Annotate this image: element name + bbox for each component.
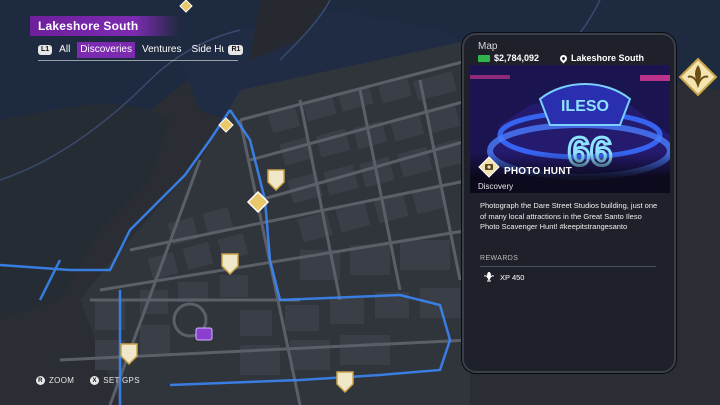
set-gps-label: SET GPS <box>103 376 140 385</box>
r1-button-icon[interactable]: R1 <box>228 45 244 55</box>
controller-hints: R ZOOM X SET GPS <box>36 376 140 385</box>
player-property-marker[interactable] <box>195 327 213 341</box>
xp-fleur-icon <box>484 272 494 282</box>
tab-side-hustles[interactable]: Side Hu <box>188 42 224 58</box>
r-stick-icon: R <box>36 376 45 385</box>
reward-item: XP 450 <box>484 272 524 282</box>
activity-type: Discovery <box>478 182 514 191</box>
filter-tabs: L1 All Discoveries Ventures Side Hu R1 <box>38 42 244 58</box>
location-pin-icon <box>558 53 569 63</box>
map-screen: Lakeshore South L1 All Discoveries Ventu… <box>0 0 720 405</box>
cash-value: $2,784,092 <box>494 53 540 63</box>
rewards-divider <box>480 266 656 267</box>
cash-display: $2,784,092 <box>478 53 539 63</box>
l1-button-icon[interactable]: L1 <box>38 45 53 55</box>
location-display: Lakeshore South <box>558 53 645 63</box>
region-title: Lakeshore South <box>38 19 139 33</box>
set-gps-hint[interactable]: X SET GPS <box>90 376 140 385</box>
activity-description: Photograph the Dare Street Studios build… <box>480 201 658 231</box>
phone-panel: Map $2,784,092 Lakeshore South ILESO 66 <box>462 33 676 373</box>
sign-text-top: ILESO <box>561 98 609 115</box>
activity-title: PHOTO HUNT <box>504 166 572 177</box>
phone-app-title: Map <box>478 41 498 52</box>
zoom-label: ZOOM <box>49 376 75 385</box>
location-name: Lakeshore South <box>571 53 645 63</box>
filter-divider <box>38 60 238 61</box>
zoom-hint[interactable]: R ZOOM <box>36 376 74 385</box>
tab-all[interactable]: All <box>56 42 73 58</box>
tab-discoveries[interactable]: Discoveries <box>77 42 135 58</box>
rewards-label: REWARDS <box>480 255 519 262</box>
photo-hunt-badge-icon <box>478 156 500 178</box>
cash-icon <box>478 54 490 62</box>
fleur-de-lis-icon <box>678 57 718 97</box>
tab-ventures[interactable]: Ventures <box>139 42 184 58</box>
reward-value: XP 450 <box>500 272 525 282</box>
cross-button-icon: X <box>90 376 100 385</box>
phone-header: Map $2,784,092 Lakeshore South <box>464 35 674 65</box>
